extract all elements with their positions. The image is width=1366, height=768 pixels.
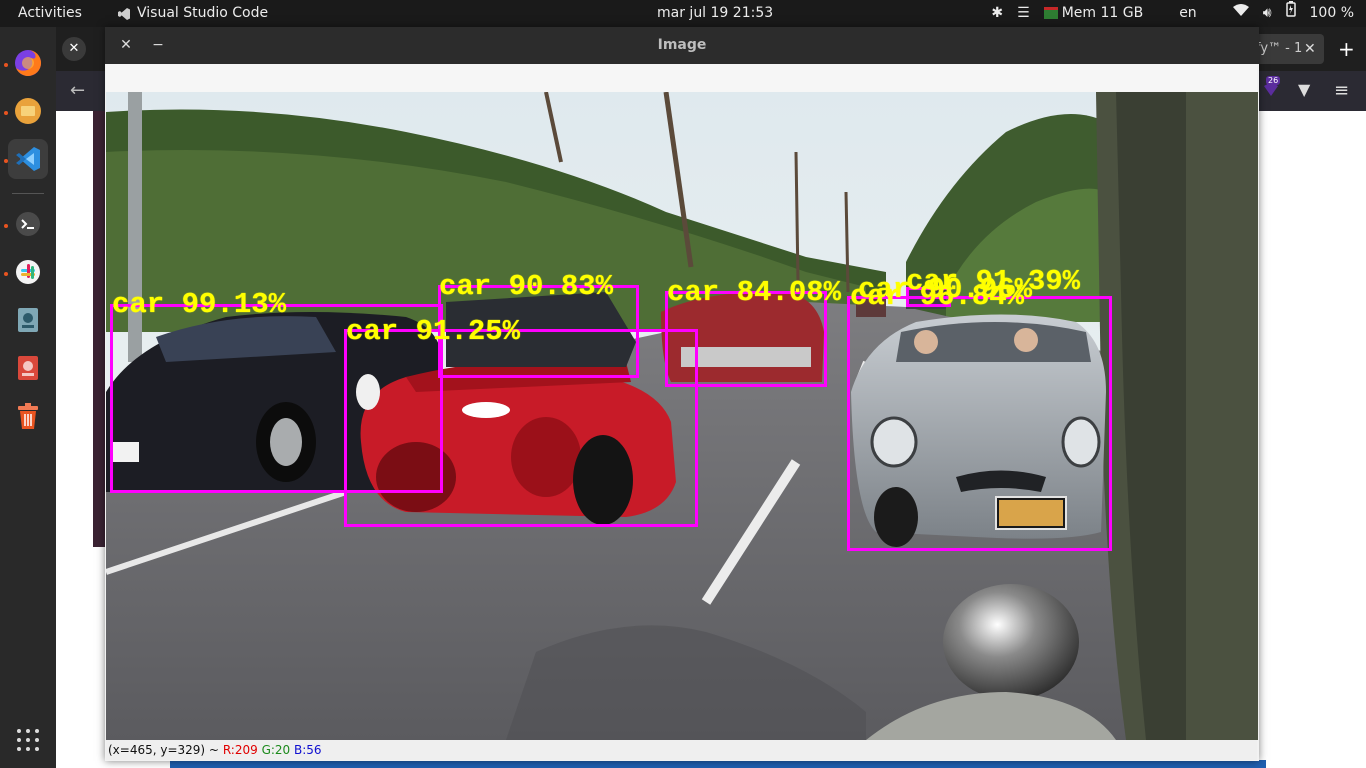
battery-icon[interactable]	[1285, 0, 1296, 27]
top-bar: Activities Visual Studio Code mar jul 19…	[0, 0, 1366, 27]
pixel-coords: (x=465, y=329) ~	[108, 743, 219, 757]
vscode-icon[interactable]	[8, 139, 48, 179]
dock-separator	[12, 193, 44, 194]
new-tab-button[interactable]: +	[1338, 34, 1355, 64]
detection-box	[847, 296, 1112, 551]
terminal-icon[interactable]	[8, 204, 48, 244]
status-bar: (x=465, y=329) ~ R:209 G:20 B:56	[106, 740, 1257, 760]
window-title: Image	[657, 37, 707, 53]
extension-v-icon[interactable]: ▼	[1298, 80, 1310, 99]
clipboard-list-icon[interactable]: ☰	[1017, 0, 1030, 27]
taskbar-strip	[170, 760, 1266, 768]
image-window: Image ✕ − car 99.13% car 91.25% car 90.8…	[105, 27, 1259, 761]
pixel-red: R:209	[222, 743, 258, 757]
language-indicator[interactable]: en	[1179, 0, 1197, 27]
detection-label: car 84.08%	[667, 276, 842, 309]
system-tray[interactable]: ✱ ☰ Mem 11 GB en 🔊︎ 100 %	[991, 0, 1354, 27]
detection-label: car 99.13%	[112, 288, 287, 321]
network-settings-icon[interactable]: ✱	[991, 0, 1003, 27]
pixel-blue: B:56	[294, 743, 322, 757]
vscode-small-icon	[118, 7, 130, 20]
document-viewer-icon[interactable]	[8, 348, 48, 388]
badge-count: 26	[1266, 76, 1281, 85]
browser-tab-title: fy™ - 1	[1256, 41, 1303, 56]
memory-indicator[interactable]: Mem 11 GB	[1043, 0, 1144, 27]
image-viewer-icon[interactable]	[8, 300, 48, 340]
browser-close-button[interactable]: ✕	[62, 37, 86, 61]
back-arrow-icon[interactable]: ←	[70, 80, 85, 101]
files-icon[interactable]	[8, 91, 48, 131]
app-menu[interactable]: Visual Studio Code	[117, 0, 268, 27]
firefox-icon[interactable]	[8, 43, 48, 83]
hamburger-menu-icon[interactable]: ≡	[1334, 80, 1349, 101]
memory-label: Mem 11 GB	[1061, 5, 1144, 21]
image-window-toolbar	[106, 64, 1257, 92]
minimize-icon[interactable]: −	[149, 36, 167, 54]
dock	[0, 27, 56, 768]
volume-icon[interactable]: 🔊︎	[1263, 0, 1272, 27]
close-icon[interactable]: ✕	[117, 36, 135, 54]
wifi-icon[interactable]	[1232, 0, 1249, 27]
trash-icon[interactable]	[8, 396, 48, 436]
detection-label: car 91.25%	[346, 315, 521, 348]
image-canvas[interactable]: car 99.13% car 91.25% car 90.83% car 84.…	[106, 92, 1258, 740]
show-applications-icon[interactable]	[17, 729, 39, 751]
app-name-label: Visual Studio Code	[137, 5, 269, 21]
pixel-green: G:20	[261, 743, 291, 757]
clock[interactable]: mar jul 19 21:53	[657, 0, 773, 27]
image-window-titlebar[interactable]: Image ✕ −	[105, 27, 1259, 64]
detection-label: car 90.83%	[439, 270, 614, 303]
extension-badge-icon[interactable]: 26	[1262, 76, 1281, 98]
memory-chip-icon	[1043, 7, 1058, 19]
browser-tab-close-icon[interactable]: ✕	[1304, 34, 1316, 64]
detection-label: car 90.96%	[858, 273, 1033, 306]
battery-label: 100 %	[1309, 5, 1354, 21]
activities-button[interactable]: Activities	[18, 0, 82, 27]
slack-icon[interactable]	[8, 252, 48, 292]
